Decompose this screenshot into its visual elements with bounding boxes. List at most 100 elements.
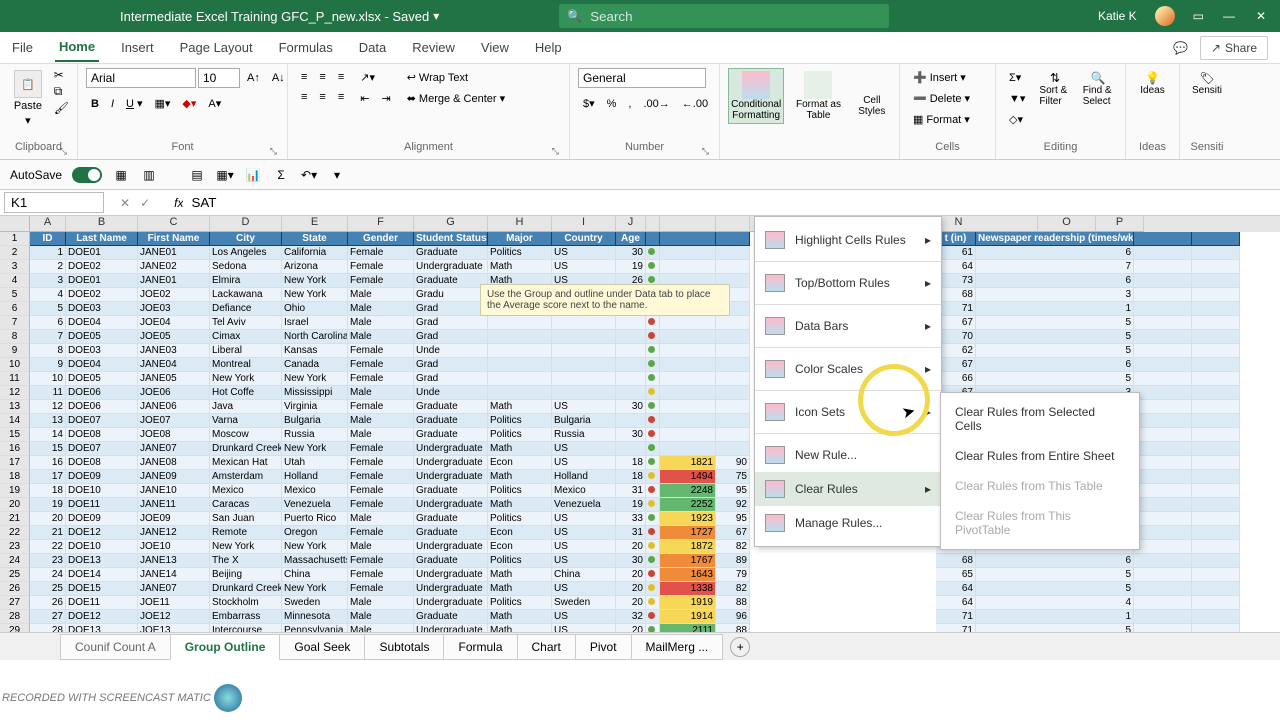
tab-page-layout[interactable]: Page Layout bbox=[176, 34, 257, 61]
col-header[interactable]: A bbox=[30, 216, 66, 232]
fmt-painter-icon[interactable]: 🖌 bbox=[54, 101, 69, 115]
select-all[interactable] bbox=[0, 216, 30, 232]
qat-icon[interactable]: ▤ bbox=[188, 166, 206, 184]
sheet-tab[interactable]: Counif Count A bbox=[60, 634, 171, 660]
qat-icon[interactable]: ▦▾ bbox=[216, 166, 234, 184]
col-header[interactable]: E bbox=[282, 216, 348, 232]
close-icon[interactable]: ✕ bbox=[1254, 9, 1268, 23]
align-right[interactable]: ≡ bbox=[333, 88, 349, 106]
align-center[interactable]: ≡ bbox=[314, 88, 330, 106]
minimize-icon[interactable]: — bbox=[1222, 9, 1236, 23]
fill[interactable]: ▼▾ bbox=[1004, 89, 1030, 108]
align-mid[interactable]: ≡ bbox=[314, 68, 330, 86]
spreadsheet-grid[interactable]: A B C D E F G H I J M N O P 123456789101… bbox=[0, 216, 1280, 632]
search-input[interactable] bbox=[590, 9, 881, 24]
cell-styles-button[interactable]: Cell Styles bbox=[853, 68, 891, 120]
shrink-font[interactable]: A↓ bbox=[267, 68, 290, 88]
tab-review[interactable]: Review bbox=[408, 34, 459, 61]
find-select[interactable]: 🔍Find & Select bbox=[1080, 68, 1117, 110]
tab-formulas[interactable]: Formulas bbox=[275, 34, 337, 61]
sensitivity-button[interactable]: 🏷Sensiti bbox=[1188, 68, 1226, 99]
qat-icon[interactable]: 📊 bbox=[244, 166, 262, 184]
col-header[interactable] bbox=[660, 216, 716, 232]
cancel-icon[interactable]: ✕ bbox=[120, 196, 130, 210]
col-header[interactable]: P bbox=[1096, 216, 1144, 232]
font-color[interactable]: A▾ bbox=[203, 94, 226, 113]
accounting[interactable]: $▾ bbox=[578, 94, 600, 113]
accept-icon[interactable]: ✓ bbox=[140, 196, 150, 210]
autosave-toggle[interactable] bbox=[72, 167, 102, 183]
format-as-table-button[interactable]: Format as Table bbox=[790, 68, 846, 124]
align-top[interactable]: ≡ bbox=[296, 68, 312, 86]
cut-icon[interactable]: ✂ bbox=[54, 68, 69, 82]
sheet-tab[interactable]: MailMerg ... bbox=[631, 634, 724, 660]
italic[interactable]: I bbox=[106, 94, 119, 113]
col-header[interactable] bbox=[716, 216, 750, 232]
col-header[interactable]: G bbox=[414, 216, 488, 232]
col-header[interactable]: D bbox=[210, 216, 282, 232]
col-header[interactable]: J bbox=[616, 216, 646, 232]
user-name[interactable]: Katie K bbox=[1098, 9, 1137, 23]
sort-filter[interactable]: ⇅Sort & Filter bbox=[1036, 68, 1073, 110]
align-left[interactable]: ≡ bbox=[296, 88, 312, 106]
ribbon-display-icon[interactable]: ▭ bbox=[1193, 9, 1204, 23]
font-select[interactable] bbox=[86, 68, 196, 88]
number-format[interactable] bbox=[578, 68, 706, 88]
qat-icon[interactable]: ▦ bbox=[112, 166, 130, 184]
cf-color-scales[interactable]: Color Scales▸ bbox=[755, 352, 941, 386]
qat-dropdown-icon[interactable]: ▾ bbox=[328, 166, 346, 184]
add-sheet-button[interactable]: + bbox=[730, 637, 750, 657]
avatar[interactable] bbox=[1155, 6, 1175, 26]
share-button[interactable]: ↗ Share bbox=[1200, 36, 1268, 60]
col-header[interactable] bbox=[646, 216, 660, 232]
sheet-tab[interactable]: Pivot bbox=[575, 634, 632, 660]
conditional-formatting-button[interactable]: Conditional Formatting bbox=[728, 68, 784, 124]
clear[interactable]: ◇▾ bbox=[1004, 110, 1030, 129]
qat-icon[interactable]: ▥ bbox=[140, 166, 158, 184]
tab-view[interactable]: View bbox=[477, 34, 513, 61]
clear-selected[interactable]: Clear Rules from Selected Cells bbox=[941, 397, 1139, 441]
bold[interactable]: B bbox=[86, 94, 104, 113]
sheet-tab[interactable]: Chart bbox=[517, 634, 576, 660]
tab-data[interactable]: Data bbox=[355, 34, 390, 61]
col-header[interactable]: I bbox=[552, 216, 616, 232]
cf-top-bottom[interactable]: Top/Bottom Rules▸ bbox=[755, 266, 941, 300]
sheet-tab[interactable]: Goal Seek bbox=[279, 634, 365, 660]
inc-indent[interactable]: ⇥ bbox=[376, 89, 395, 108]
ideas-button[interactable]: 💡Ideas bbox=[1134, 68, 1171, 99]
dropdown-icon[interactable]: ▾ bbox=[433, 9, 439, 23]
tab-insert[interactable]: Insert bbox=[117, 34, 158, 61]
cf-clear-rules[interactable]: Clear Rules▸ bbox=[755, 472, 941, 506]
col-header[interactable]: C bbox=[138, 216, 210, 232]
col-header[interactable]: H bbox=[488, 216, 552, 232]
paste-button[interactable]: 📋 Paste▾ bbox=[8, 68, 48, 129]
sheet-tab[interactable]: Formula bbox=[443, 634, 517, 660]
col-header[interactable]: B bbox=[66, 216, 138, 232]
fill-color[interactable]: ◆▾ bbox=[177, 94, 201, 113]
dec-indent[interactable]: ⇤ bbox=[355, 89, 374, 108]
formula-input[interactable] bbox=[183, 193, 1280, 212]
underline[interactable]: U▾ bbox=[121, 94, 147, 113]
merge-center[interactable]: ⬌ Merge & Center ▾ bbox=[402, 89, 510, 108]
delete-cells[interactable]: ➖ Delete▾ bbox=[908, 89, 975, 108]
comma[interactable]: , bbox=[623, 94, 636, 113]
insert-cells[interactable]: ➕ Insert▾ bbox=[908, 68, 975, 87]
col-header[interactable]: F bbox=[348, 216, 414, 232]
comments-icon[interactable]: 💬 bbox=[1173, 41, 1188, 55]
orientation[interactable]: ↗▾ bbox=[355, 68, 395, 87]
sheet-tab[interactable]: Group Outline bbox=[170, 634, 281, 660]
qat-sum-icon[interactable]: Σ bbox=[272, 166, 290, 184]
cf-data-bars[interactable]: Data Bars▸ bbox=[755, 309, 941, 343]
align-bot[interactable]: ≡ bbox=[333, 68, 349, 86]
name-box[interactable] bbox=[4, 192, 104, 213]
dec-dec[interactable]: ←.00 bbox=[677, 94, 713, 113]
search-box[interactable]: 🔍 bbox=[559, 4, 889, 28]
tab-file[interactable]: File bbox=[8, 34, 37, 61]
wrap-text[interactable]: ↩ Wrap Text bbox=[402, 68, 510, 87]
font-size[interactable] bbox=[198, 68, 240, 88]
clear-sheet[interactable]: Clear Rules from Entire Sheet bbox=[941, 441, 1139, 471]
cf-highlight-rules[interactable]: Highlight Cells Rules▸ bbox=[755, 223, 941, 257]
cf-manage-rules[interactable]: Manage Rules... bbox=[755, 506, 941, 540]
inc-dec[interactable]: .00→ bbox=[638, 94, 674, 113]
autosum[interactable]: Σ▾ bbox=[1004, 68, 1030, 87]
